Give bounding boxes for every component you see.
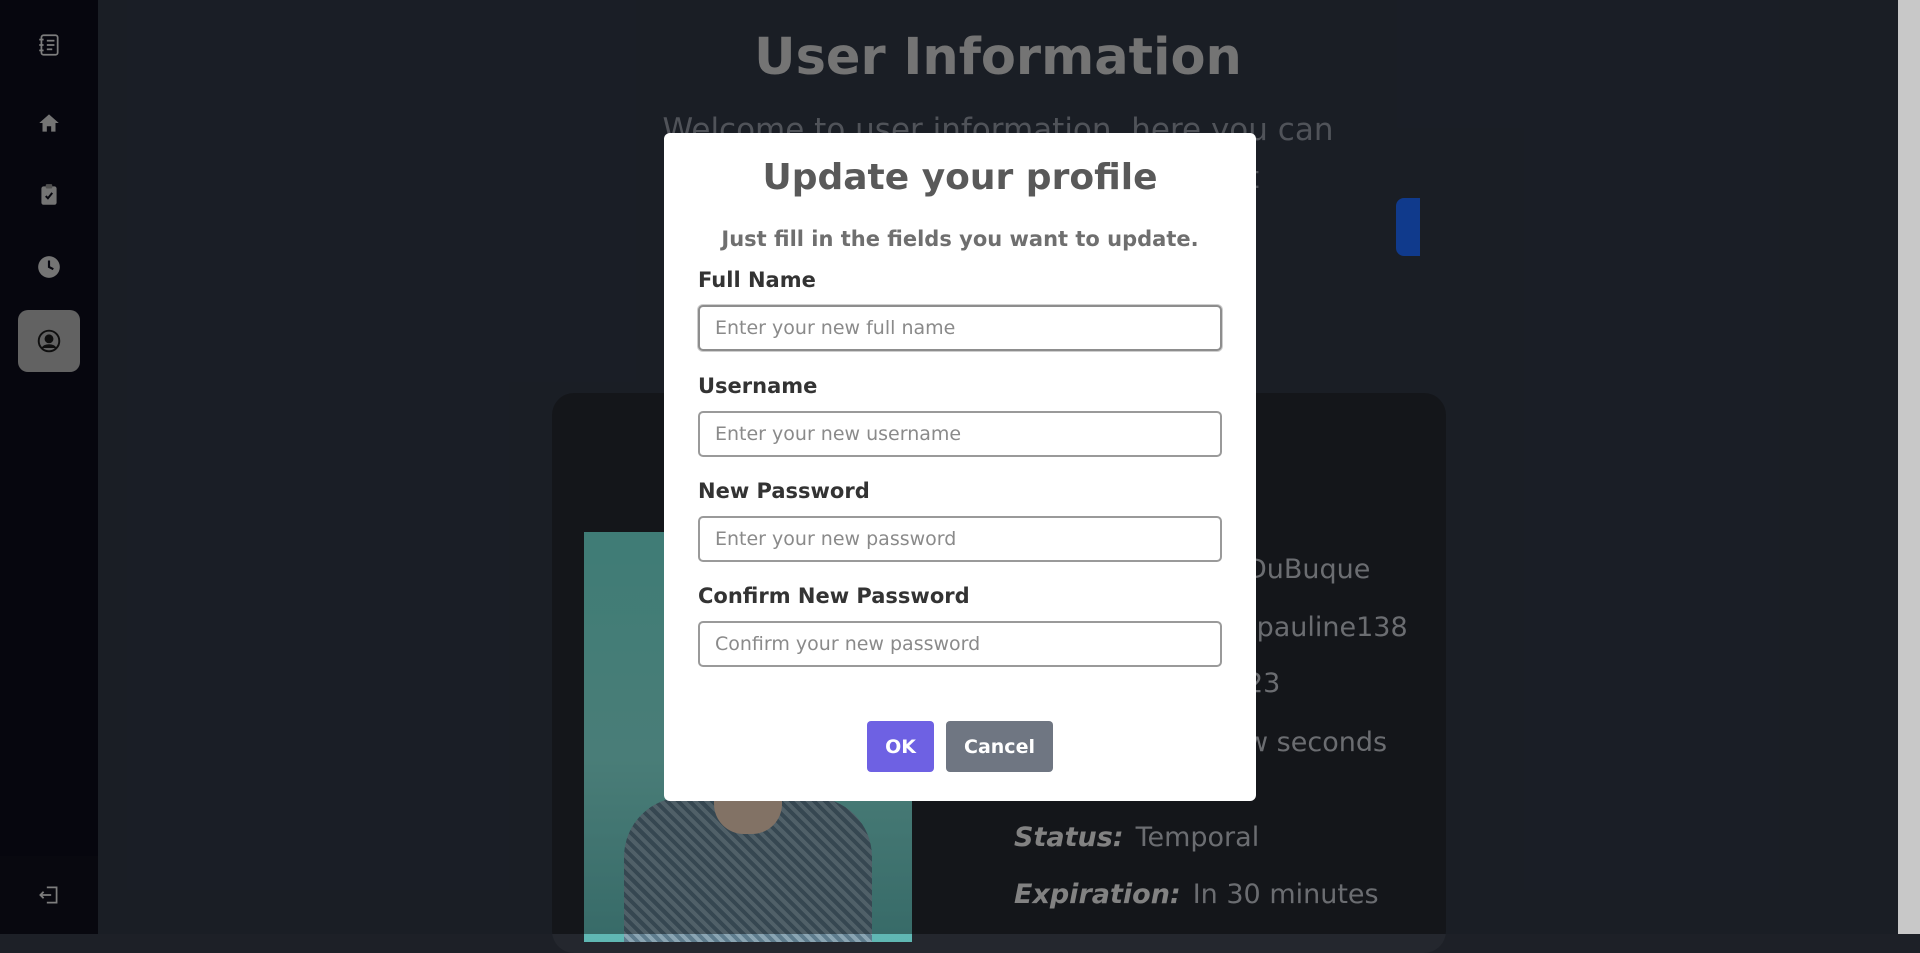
new-password-label: New Password bbox=[698, 479, 870, 503]
update-profile-modal: Update your profile Just fill in the fie… bbox=[664, 133, 1256, 801]
confirm-password-label: Confirm New Password bbox=[698, 584, 970, 608]
username-label: Username bbox=[698, 374, 818, 398]
full-name-label: Full Name bbox=[698, 268, 816, 292]
full-name-input[interactable] bbox=[698, 305, 1222, 351]
cancel-button[interactable]: Cancel bbox=[946, 721, 1053, 772]
modal-title: Update your profile bbox=[762, 157, 1158, 198]
scrollbar[interactable] bbox=[1898, 0, 1920, 934]
new-password-input[interactable] bbox=[698, 516, 1222, 562]
confirm-password-input[interactable] bbox=[698, 621, 1222, 667]
modal-subtitle: Just fill in the fields you want to upda… bbox=[721, 227, 1199, 251]
ok-button[interactable]: OK bbox=[867, 721, 934, 772]
username-input[interactable] bbox=[698, 411, 1222, 457]
